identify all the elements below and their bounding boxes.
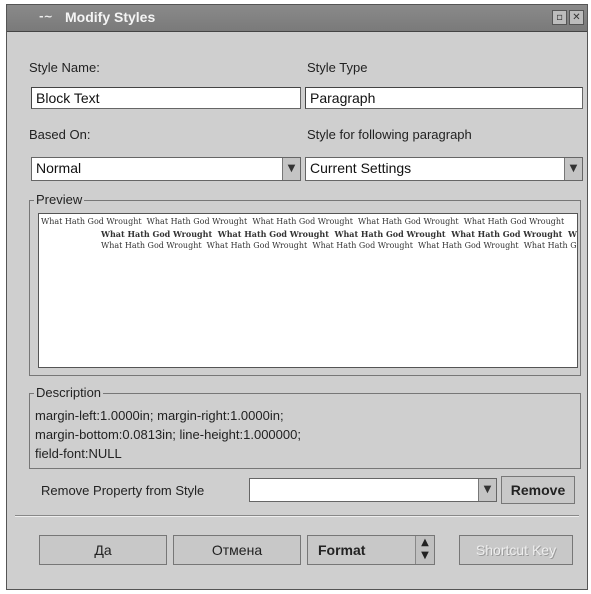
chevron-down-icon[interactable]: ▼ [282,158,300,180]
next-style-value: Current Settings [310,160,412,176]
description-line-2: margin-bottom:0.0813in; line-height:1.00… [35,427,301,442]
style-name-field[interactable]: Block Text [31,87,301,109]
up-down-arrows-icon: ▲ ▼ [415,536,434,564]
preview-label: Preview [34,192,85,207]
based-on-label: Based On: [29,127,91,142]
shortcut-key-button: Shortcut Key [459,535,573,565]
maximize-icon[interactable]: ▫ [552,10,567,25]
chevron-down-icon[interactable]: ▼ [478,479,496,501]
based-on-value: Normal [36,160,82,176]
cancel-button[interactable]: Отмена [173,535,301,565]
preview-line: What Hath God Wrought What Hath God Wrou… [101,229,577,239]
ok-button[interactable]: Да [39,535,167,565]
chevron-down-icon[interactable]: ▼ [564,158,582,180]
next-style-label: Style for following paragraph [307,127,472,142]
description-line-1: margin-left:1.0000in; margin-right:1.000… [35,408,284,423]
modify-styles-dialog: -∼ Modify Styles ▫ ✕ Style Name: Style T… [6,4,588,590]
window-title: Modify Styles [65,9,156,25]
format-menu-button[interactable]: Format ▲ ▼ [307,535,435,565]
remove-property-label: Remove Property from Style [41,483,205,498]
title-bar[interactable]: -∼ Modify Styles ▫ ✕ [7,5,587,32]
remove-button[interactable]: Remove [501,476,575,504]
based-on-dropdown[interactable]: Normal ▼ [31,157,301,181]
preview-line: What Hath God Wrought What Hath God Wrou… [41,217,565,226]
style-name-label: Style Name: [29,60,100,75]
window-menu-icon[interactable]: -∼ [39,11,53,23]
preview-pane: What Hath God Wrought What Hath God Wrou… [38,213,578,368]
style-type-field[interactable]: Paragraph [305,87,583,109]
next-style-dropdown[interactable]: Current Settings ▼ [305,157,583,181]
description-label: Description [34,385,104,400]
format-label: Format [318,542,366,558]
preview-line: What Hath God Wrought What Hath God Wrou… [101,241,577,250]
description-line-3: field-font:NULL [35,446,122,461]
divider [15,515,579,517]
close-icon[interactable]: ✕ [569,10,584,25]
remove-property-dropdown[interactable]: ▼ [249,478,497,502]
style-type-label: Style Type [307,60,368,75]
